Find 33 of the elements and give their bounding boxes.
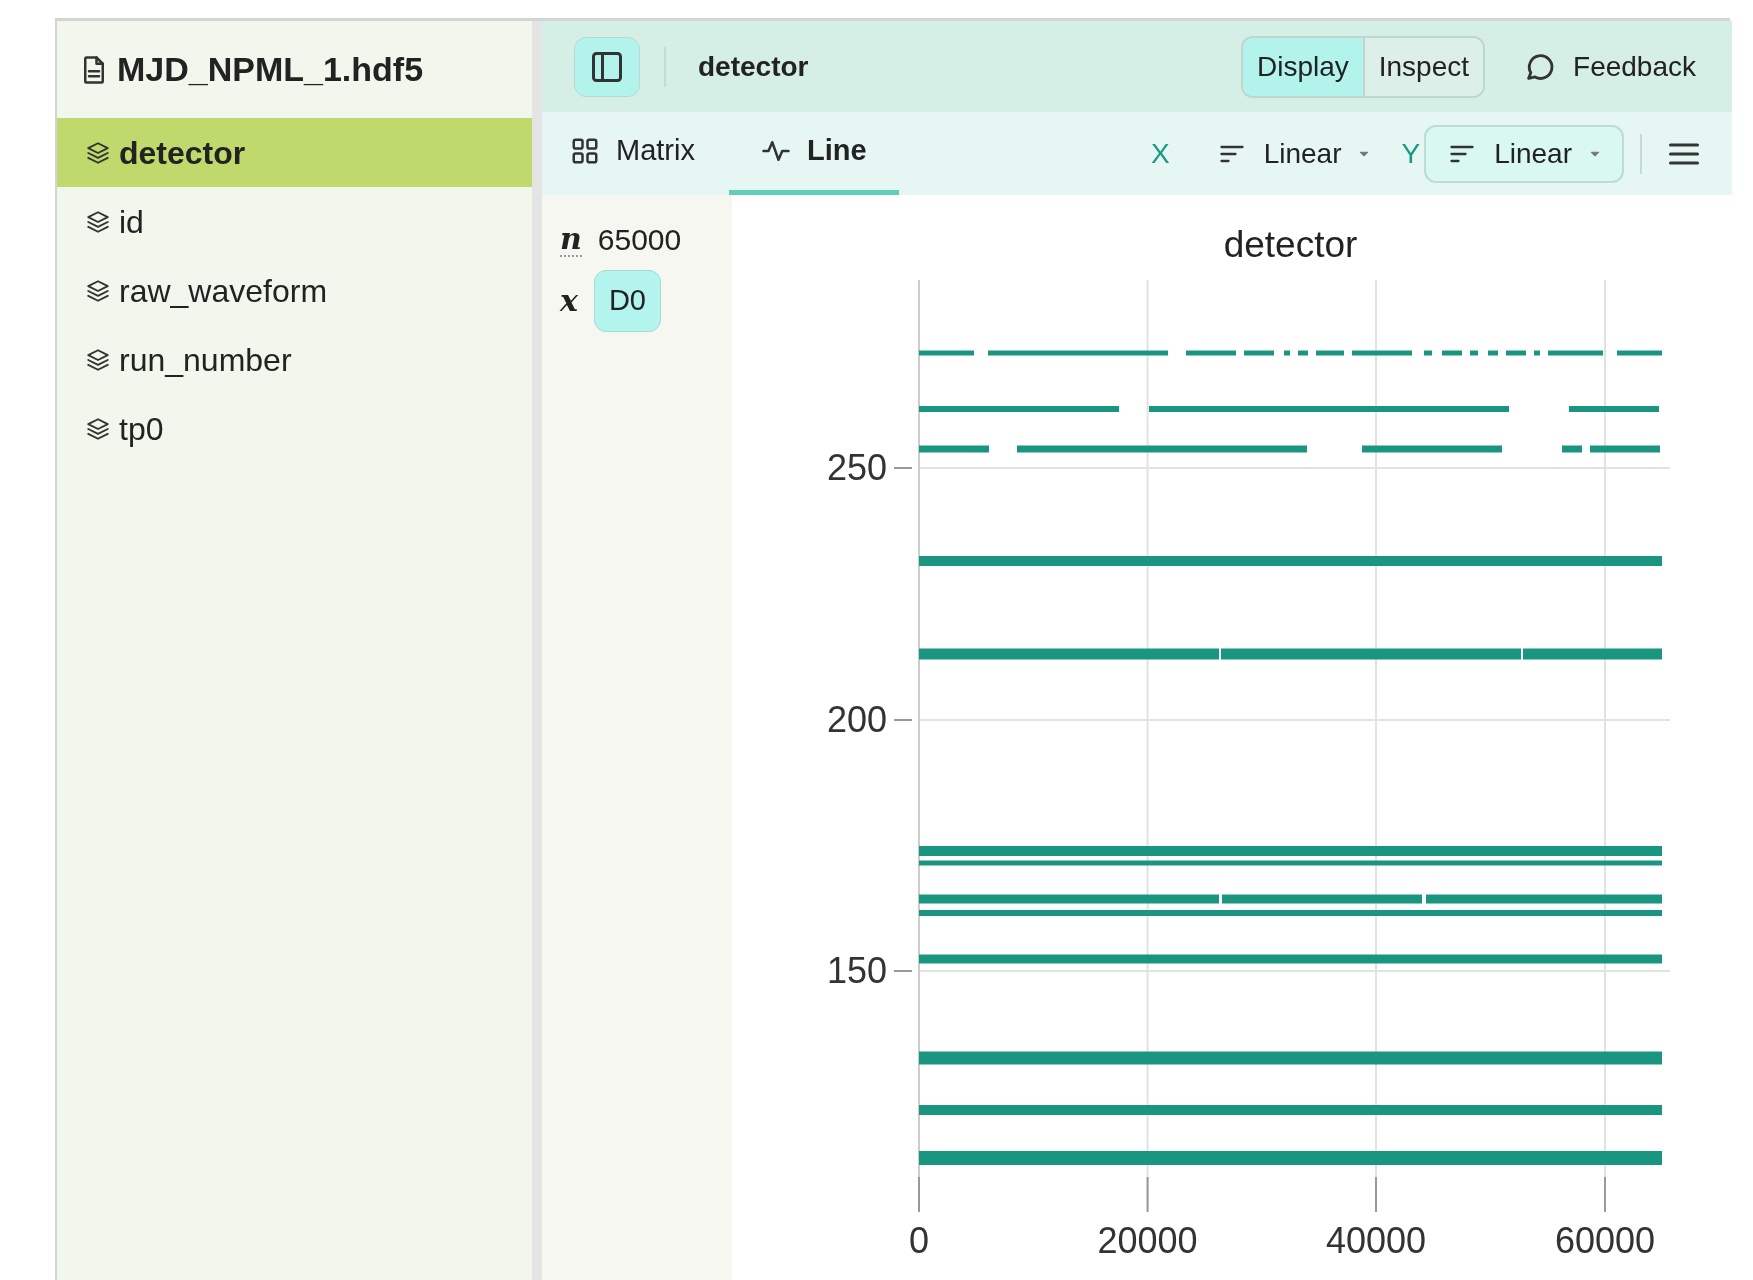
breadcrumb: detector bbox=[698, 49, 809, 84]
sidebar-item[interactable]: detector bbox=[57, 118, 532, 187]
feedback-button[interactable]: Feedback bbox=[1517, 44, 1702, 89]
mode-tab[interactable]: Display bbox=[1242, 37, 1363, 96]
mode-tab[interactable]: Inspect bbox=[1362, 37, 1484, 96]
dimension-button[interactable]: D0 bbox=[593, 270, 661, 332]
x-tick-label: 60000 bbox=[1554, 1220, 1656, 1261]
sidebar-item[interactable]: run_number bbox=[57, 325, 532, 394]
grid-icon bbox=[570, 136, 600, 166]
sidebar-item[interactable]: id bbox=[57, 187, 532, 256]
view-tab[interactable]: Matrix bbox=[570, 112, 729, 195]
file-name: MJD_NPML_1.hdf5 bbox=[117, 49, 424, 90]
layers-icon bbox=[85, 277, 111, 304]
sidebar-toggle-button[interactable] bbox=[574, 36, 640, 97]
scale-dropdown[interactable]: Linear bbox=[1193, 124, 1394, 183]
axis-label: Y bbox=[1401, 136, 1421, 171]
layers-icon bbox=[85, 139, 111, 166]
scale-dropdown[interactable]: Linear bbox=[1424, 124, 1624, 183]
y-tick-label: 150 bbox=[826, 950, 887, 991]
sidebar-item[interactable]: tp0 bbox=[57, 394, 532, 463]
x-tick-label: 20000 bbox=[1097, 1220, 1198, 1261]
dataset-size: 65000 bbox=[597, 222, 682, 258]
y-tick-label: 250 bbox=[826, 447, 887, 488]
layers-icon bbox=[85, 415, 111, 442]
axis-label: X bbox=[1150, 136, 1170, 171]
axis-symbol: x bbox=[560, 282, 578, 321]
layers-icon bbox=[85, 346, 111, 373]
layers-icon bbox=[85, 208, 111, 235]
sidebar-item[interactable]: raw_waveform bbox=[57, 256, 532, 325]
y-tick-label: 200 bbox=[826, 699, 887, 740]
x-tick-label: 40000 bbox=[1325, 1220, 1427, 1261]
chart-title: detector bbox=[1223, 224, 1358, 265]
x-tick-label: 0 bbox=[909, 1220, 929, 1261]
